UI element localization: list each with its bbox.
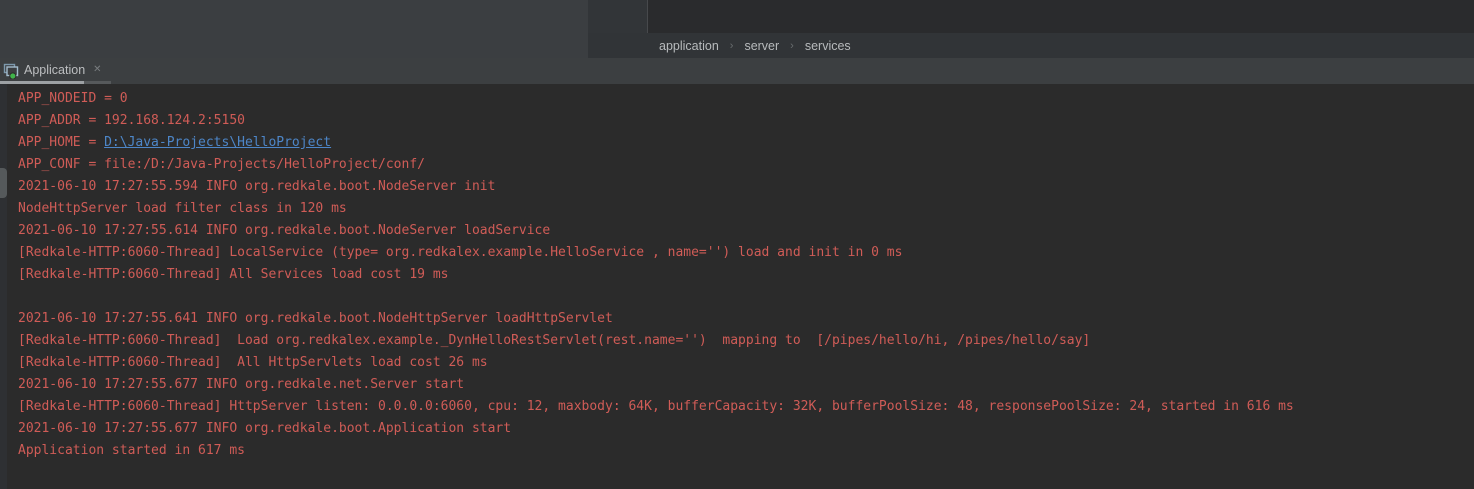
close-icon[interactable]: ✕	[93, 65, 101, 75]
log-text: Application started in 617 ms	[18, 443, 245, 458]
log-text: APP_ADDR = 192.168.124.2:5150	[18, 113, 245, 128]
console-line: NodeHttpServer load filter class in 120 …	[18, 198, 1474, 220]
console-line: [Redkale-HTTP:6060-Thread] LocalService …	[18, 242, 1474, 264]
console-line: 2021-06-10 17:27:55.641 INFO org.redkale…	[18, 308, 1474, 330]
log-text: 2021-06-10 17:27:55.677 INFO org.redkale…	[18, 377, 464, 392]
top-section: application›server›services	[0, 0, 1474, 58]
console-line: [Redkale-HTTP:6060-Thread] Load org.redk…	[18, 330, 1474, 352]
log-text: [Redkale-HTTP:6060-Thread] All HttpServl…	[18, 355, 488, 370]
log-text: 2021-06-10 17:27:55.677 INFO org.redkale…	[18, 421, 511, 436]
console-line: 2021-06-10 17:27:55.614 INFO org.redkale…	[18, 220, 1474, 242]
console-line: APP_CONF = file:/D:/Java-Projects/HelloP…	[18, 154, 1474, 176]
tab-application[interactable]: Application ✕	[0, 58, 109, 84]
log-text: [Redkale-HTTP:6060-Thread] LocalService …	[18, 245, 902, 260]
console-line: APP_NODEID = 0	[18, 88, 1474, 110]
editor-strip-segment	[588, 0, 647, 33]
file-path-link[interactable]: D:\Java-Projects\HelloProject	[104, 135, 331, 150]
log-text: [Redkale-HTTP:6060-Thread] Load org.redk…	[18, 333, 1090, 348]
breadcrumb-separator-icon: ›	[781, 40, 803, 52]
log-text: 2021-06-10 17:27:55.614 INFO org.redkale…	[18, 223, 550, 238]
log-text: 2021-06-10 17:27:55.594 INFO org.redkale…	[18, 179, 495, 194]
log-text: APP_CONF = file:/D:/Java-Projects/HelloP…	[18, 157, 425, 172]
log-text: [Redkale-HTTP:6060-Thread] All Services …	[18, 267, 448, 282]
console-line: APP_HOME = D:\Java-Projects\HelloProject	[18, 132, 1474, 154]
editor-panel	[0, 0, 588, 58]
run-console-icon	[3, 63, 19, 79]
breadcrumb: application›server›services	[588, 33, 1474, 58]
console-line: 2021-06-10 17:27:55.594 INFO org.redkale…	[18, 176, 1474, 198]
log-text: 2021-06-10 17:27:55.641 INFO org.redkale…	[18, 311, 613, 326]
console-line: APP_ADDR = 192.168.124.2:5150	[18, 110, 1474, 132]
tab-label: Application	[24, 63, 85, 77]
console-line: Application started in 617 ms	[18, 440, 1474, 462]
console-gutter	[0, 84, 7, 489]
console-line: 2021-06-10 17:27:55.677 INFO org.redkale…	[18, 418, 1474, 440]
log-text: [Redkale-HTTP:6060-Thread] HttpServer li…	[18, 399, 1294, 414]
log-text: NodeHttpServer load filter class in 120 …	[18, 201, 347, 216]
console-line: [Redkale-HTTP:6060-Thread] HttpServer li…	[18, 396, 1474, 418]
editor-top-strip	[588, 0, 1474, 33]
breadcrumb-item-server[interactable]: server	[742, 39, 781, 53]
log-text: APP_NODEID = 0	[18, 91, 128, 106]
log-text: APP_HOME =	[18, 135, 104, 150]
console-line: [Redkale-HTTP:6060-Thread] All Services …	[18, 264, 1474, 286]
console-line: 2021-06-10 17:27:55.677 INFO org.redkale…	[18, 374, 1474, 396]
console-line	[18, 286, 1474, 308]
breadcrumb-item-services[interactable]: services	[803, 39, 853, 53]
console-output[interactable]: APP_NODEID = 0 APP_ADDR = 192.168.124.2:5…	[0, 84, 1474, 489]
breadcrumb-separator-icon: ›	[721, 40, 743, 52]
breadcrumb-item-application[interactable]: application	[657, 39, 721, 53]
ide-window: application›server›services Application …	[0, 0, 1474, 489]
scrollbar-thumb[interactable]	[0, 168, 7, 198]
editor-strip-segment	[648, 0, 1474, 33]
top-right-panel: application›server›services	[588, 0, 1474, 58]
run-toolwindow-tab-bar: Application ✕	[0, 58, 1474, 84]
console-line: [Redkale-HTTP:6060-Thread] All HttpServl…	[18, 352, 1474, 374]
